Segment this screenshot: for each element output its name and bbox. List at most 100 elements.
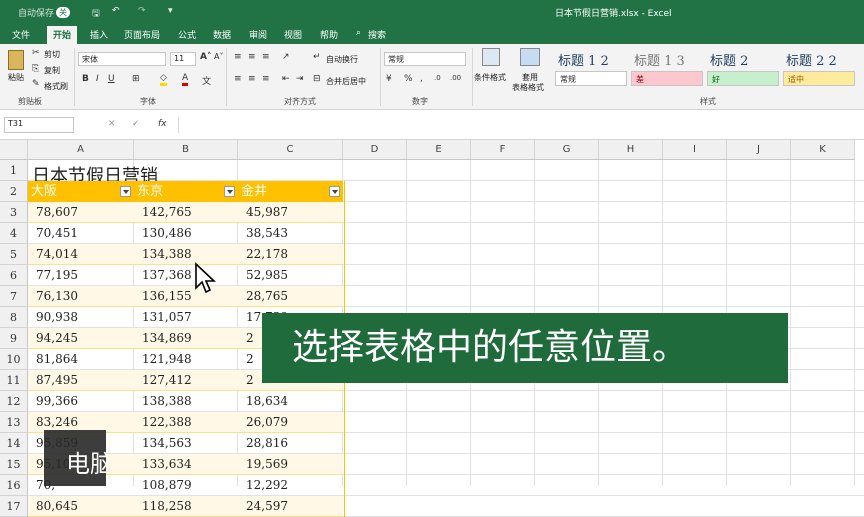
copy-button[interactable]: 复制 xyxy=(44,65,60,76)
style-heading-2[interactable]: 标题 2 xyxy=(710,50,748,69)
row-header[interactable]: 11 xyxy=(0,370,28,391)
column-header-k[interactable]: K xyxy=(791,140,855,160)
row-header[interactable]: 13 xyxy=(0,412,28,433)
wrap-text-icon[interactable]: ↵ xyxy=(313,52,321,62)
increase-decimal-icon[interactable]: .0 xyxy=(434,74,441,82)
column-header-b[interactable]: B xyxy=(134,140,238,160)
column-header-f[interactable]: F xyxy=(471,140,535,160)
merge-center-icon[interactable]: ⊟ xyxy=(313,74,321,84)
font-color-icon[interactable]: A xyxy=(182,73,189,86)
tab-formulas[interactable]: 公式 xyxy=(178,28,196,41)
cut-icon[interactable]: ✂ xyxy=(32,48,40,58)
copy-icon[interactable]: ⎘ xyxy=(32,64,39,74)
column-header-d[interactable]: D xyxy=(343,140,407,160)
redo-icon[interactable]: ↷ xyxy=(138,6,146,16)
percent-icon[interactable]: % xyxy=(404,74,413,84)
style-heading-2-2[interactable]: 标题 2 2 xyxy=(786,50,837,69)
search-icon[interactable]: ⌕ xyxy=(356,28,361,38)
cancel-icon[interactable]: ✕ xyxy=(108,119,116,129)
tab-insert[interactable]: 插入 xyxy=(90,28,108,41)
comma-icon[interactable]: , xyxy=(420,74,423,84)
orientation-icon[interactable]: ↗ xyxy=(282,52,290,62)
row-header[interactable]: 10 xyxy=(0,349,28,370)
row-header[interactable]: 12 xyxy=(0,391,28,412)
fill-color-icon[interactable]: ◇ xyxy=(160,73,167,86)
style-good[interactable]: 好 xyxy=(707,71,779,86)
phonetic-icon[interactable]: 文 xyxy=(202,74,211,87)
undo-icon[interactable]: ↶ xyxy=(112,6,120,16)
autosave-toggle[interactable]: 关 xyxy=(56,7,70,18)
title-bar: 自动保存 关 🖫 ↶ ↷ ▾ 日本节假日营销.xlsx - Excel xyxy=(0,0,864,24)
number-format-select[interactable]: 常规 xyxy=(384,52,466,66)
row-header[interactable]: 5 xyxy=(0,244,28,265)
column-header-h[interactable]: H xyxy=(599,140,663,160)
row-header[interactable]: 14 xyxy=(0,433,28,454)
enter-icon[interactable]: ✓ xyxy=(132,119,140,129)
row-header[interactable]: 3 xyxy=(0,202,28,223)
row-header[interactable]: 4 xyxy=(0,223,28,244)
paste-button[interactable]: 粘贴 xyxy=(8,72,24,83)
tab-help[interactable]: 帮助 xyxy=(320,28,338,41)
column-header-a[interactable]: A xyxy=(28,140,134,160)
format-as-table-icon[interactable] xyxy=(520,48,540,66)
style-neutral[interactable]: 适中 xyxy=(783,71,855,86)
row-header[interactable]: 17 xyxy=(0,496,28,517)
row-header[interactable]: 6 xyxy=(0,265,28,286)
format-painter-icon[interactable]: ✎ xyxy=(32,79,40,89)
align-top-icon[interactable]: ≡ xyxy=(234,52,242,62)
border-icon[interactable]: ⊞ xyxy=(132,74,140,84)
formula-input[interactable] xyxy=(178,117,858,133)
insert-function-icon[interactable]: fx xyxy=(158,119,167,129)
style-heading-1-2[interactable]: 标题 1 2 xyxy=(558,50,609,69)
tab-page-layout[interactable]: 页面布局 xyxy=(124,28,160,41)
column-header-c[interactable]: C xyxy=(238,140,343,160)
row-header[interactable]: 7 xyxy=(0,286,28,307)
tab-data[interactable]: 数据 xyxy=(213,28,231,41)
save-icon[interactable]: 🖫 xyxy=(92,6,100,22)
style-heading-1-3[interactable]: 标题 1 3 xyxy=(634,50,685,69)
format-painter-button[interactable]: 格式刷 xyxy=(44,81,68,92)
align-right-icon[interactable]: ≡ xyxy=(262,74,270,84)
tab-view[interactable]: 视图 xyxy=(284,28,302,41)
conditional-format-icon[interactable] xyxy=(482,48,500,66)
format-as-table-button[interactable]: 表格格式 xyxy=(512,82,544,93)
column-header-i[interactable]: I xyxy=(663,140,727,160)
align-middle-icon[interactable]: ≡ xyxy=(248,52,256,62)
search-box[interactable]: 搜索 xyxy=(368,28,386,41)
wrap-text-button[interactable]: 自动换行 xyxy=(326,54,358,65)
increase-font-icon[interactable]: A˄ xyxy=(200,52,211,62)
decrease-indent-icon[interactable]: ⇤ xyxy=(282,74,290,84)
style-bad[interactable]: 差 xyxy=(631,71,703,86)
bold-icon[interactable]: B xyxy=(82,74,89,84)
font-name-select[interactable]: 宋体 xyxy=(78,52,166,66)
row-header[interactable]: 15 xyxy=(0,454,28,475)
row-header[interactable]: 8 xyxy=(0,307,28,328)
underline-icon[interactable]: U xyxy=(108,74,115,84)
paste-icon[interactable] xyxy=(8,50,24,70)
row-header[interactable]: 9 xyxy=(0,328,28,349)
style-normal[interactable]: 常规 xyxy=(555,71,627,86)
decrease-font-icon[interactable]: A˅ xyxy=(214,52,223,61)
font-size-select[interactable]: 11 xyxy=(170,52,196,66)
name-box[interactable]: T31 xyxy=(4,117,74,133)
row-header[interactable]: 1 xyxy=(0,160,28,181)
conditional-format-button[interactable]: 条件格式 xyxy=(474,72,506,83)
select-all-corner[interactable] xyxy=(0,140,28,160)
column-header-j[interactable]: J xyxy=(727,140,791,160)
increase-indent-icon[interactable]: ⇥ xyxy=(296,74,304,84)
tab-home[interactable]: 开始 xyxy=(47,26,78,45)
customize-icon[interactable]: ▾ xyxy=(168,6,173,16)
column-header-e[interactable]: E xyxy=(407,140,471,160)
align-center-icon[interactable]: ≡ xyxy=(248,74,256,84)
decrease-decimal-icon[interactable]: .00 xyxy=(450,74,461,82)
align-left-icon[interactable]: ≡ xyxy=(234,74,242,84)
align-bottom-icon[interactable]: ≡ xyxy=(262,52,270,62)
row-header[interactable]: 2 xyxy=(0,181,28,202)
merge-center-button[interactable]: 合并后居中 xyxy=(326,76,366,87)
cut-button[interactable]: 剪切 xyxy=(44,49,60,60)
column-header-g[interactable]: G xyxy=(535,140,599,160)
tab-review[interactable]: 审阅 xyxy=(249,28,267,41)
tab-file[interactable]: 文件 xyxy=(12,28,30,41)
italic-icon[interactable]: I xyxy=(96,74,99,84)
currency-icon[interactable]: ¥ xyxy=(386,74,392,84)
